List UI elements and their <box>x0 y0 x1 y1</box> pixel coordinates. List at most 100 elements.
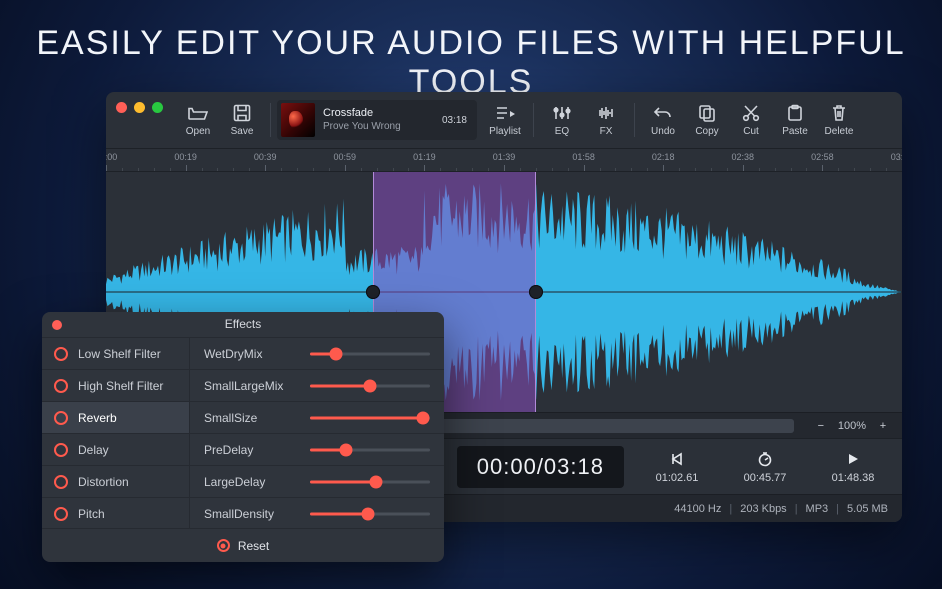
selection-handle-start[interactable] <box>366 285 380 299</box>
effects-list-item[interactable]: Reverb <box>42 402 189 434</box>
track-duration: 03:18 <box>442 115 467 126</box>
cut-icon <box>741 104 761 122</box>
toolbar-separator <box>634 103 635 137</box>
reset-icon <box>217 539 230 552</box>
toolbar: Open Save Crossfade Prove You Wrong 03:1… <box>106 92 902 148</box>
effects-parameters: WetDryMix SmallLargeMix SmallSize PreDelay L… <box>190 338 444 528</box>
trash-icon <box>829 104 849 122</box>
paste-button[interactable]: Paste <box>773 96 817 144</box>
effects-list-item-label: Delay <box>78 443 109 457</box>
fx-label: FX <box>600 126 613 137</box>
effects-list-item[interactable]: High Shelf Filter <box>42 370 189 402</box>
effects-param-row: LargeDelay <box>190 466 444 498</box>
effects-param-slider[interactable] <box>310 379 430 393</box>
playhead-time-display: 00:00/03:18 <box>457 446 624 488</box>
cut-button[interactable]: Cut <box>729 96 773 144</box>
playlist-label: Playlist <box>489 126 521 137</box>
undo-button[interactable]: Undo <box>641 96 685 144</box>
effects-reset-label: Reset <box>238 539 269 553</box>
status-sample-rate: 44100 Hz <box>674 503 721 515</box>
selection-end-value: 01:48.38 <box>832 472 875 484</box>
effects-param-label: SmallLargeMix <box>204 379 300 393</box>
effects-list-item-label: Reverb <box>78 411 117 425</box>
effects-param-row: WetDryMix <box>190 338 444 370</box>
fx-button[interactable]: FX <box>584 96 628 144</box>
toolbar-separator <box>270 103 271 137</box>
time-ruler[interactable]: 00:0000:1900:3900:5901:1901:3901:5802:18… <box>106 148 902 172</box>
track-artist: Crossfade <box>323 107 401 121</box>
effects-param-slider[interactable] <box>310 347 430 361</box>
undo-icon <box>653 104 673 122</box>
track-title: Prove You Wrong <box>323 121 401 134</box>
effects-param-row: SmallLargeMix <box>190 370 444 402</box>
effects-param-label: SmallDensity <box>204 507 300 521</box>
album-art-thumb <box>281 103 315 137</box>
effects-param-slider[interactable] <box>310 411 430 425</box>
effects-param-slider[interactable] <box>310 475 430 489</box>
save-icon <box>232 104 252 122</box>
selection-duration-control[interactable]: 00:45.77 <box>730 450 800 484</box>
current-track-chip[interactable]: Crossfade Prove You Wrong 03:18 <box>277 100 477 140</box>
effects-list-item-label: Distortion <box>78 475 129 489</box>
copy-button[interactable]: Copy <box>685 96 729 144</box>
save-label: Save <box>231 126 254 137</box>
radio-ring-icon <box>54 475 68 489</box>
eq-label: EQ <box>555 126 569 137</box>
effects-list-item[interactable]: Delay <box>42 434 189 466</box>
effects-param-row: PreDelay <box>190 434 444 466</box>
playlist-button[interactable]: Playlist <box>483 96 527 144</box>
effects-panel-header[interactable]: Effects <box>42 312 444 338</box>
toolbar-separator <box>533 103 534 137</box>
copy-label: Copy <box>695 126 718 137</box>
zoom-percent-label: 100% <box>838 420 866 432</box>
zoom-out-button[interactable]: − <box>814 419 828 433</box>
fx-waveform-icon <box>596 104 616 122</box>
effects-param-label: LargeDelay <box>204 475 300 489</box>
effects-param-label: SmallSize <box>204 411 300 425</box>
save-button[interactable]: Save <box>220 96 264 144</box>
status-bitrate: 203 Kbps <box>740 503 786 515</box>
effects-list-item-label: Low Shelf Filter <box>78 347 161 361</box>
zoom-in-button[interactable]: + <box>876 419 890 433</box>
copy-icon <box>697 104 717 122</box>
delete-button[interactable]: Delete <box>817 96 861 144</box>
effects-list-item[interactable]: Low Shelf Filter <box>42 338 189 370</box>
play-button[interactable]: 01:48.38 <box>818 450 888 484</box>
radio-ring-icon <box>54 443 68 457</box>
marketing-headline: Easily edit your audio files with helpfu… <box>0 24 942 102</box>
status-filesize: 5.05 MB <box>847 503 888 515</box>
radio-ring-icon <box>54 507 68 521</box>
effects-panel: Effects Low Shelf Filter High Shelf Filte… <box>42 312 444 562</box>
open-label: Open <box>186 126 210 137</box>
effects-list-item[interactable]: Pitch <box>42 498 189 528</box>
playlist-icon <box>495 104 515 122</box>
effects-list-item-label: Pitch <box>78 507 105 521</box>
effects-list-item[interactable]: Distortion <box>42 466 189 498</box>
effects-list: Low Shelf Filter High Shelf Filter Reverb D… <box>42 338 190 528</box>
effects-param-slider[interactable] <box>310 507 430 521</box>
equalizer-icon <box>552 104 572 122</box>
effects-param-row: SmallDensity <box>190 498 444 528</box>
selection-duration-value: 00:45.77 <box>744 472 787 484</box>
effects-list-item-label: High Shelf Filter <box>78 379 163 393</box>
effects-panel-title: Effects <box>42 317 444 331</box>
stopwatch-icon <box>757 450 773 468</box>
marker-start-icon <box>670 450 684 468</box>
radio-ring-icon <box>54 379 68 393</box>
folder-open-icon <box>188 104 208 122</box>
effects-param-label: WetDryMix <box>204 347 300 361</box>
play-icon <box>846 450 860 468</box>
effects-param-row: SmallSize <box>190 402 444 434</box>
paste-label: Paste <box>782 126 808 137</box>
selection-start-control[interactable]: 01:02.61 <box>642 450 712 484</box>
open-button[interactable]: Open <box>176 96 220 144</box>
undo-label: Undo <box>651 126 675 137</box>
effects-param-slider[interactable] <box>310 443 430 457</box>
effects-reset-button[interactable]: Reset <box>42 528 444 562</box>
selection-handle-end[interactable] <box>529 285 543 299</box>
selection-start-value: 01:02.61 <box>656 472 699 484</box>
radio-ring-icon <box>54 347 68 361</box>
radio-ring-icon <box>54 411 68 425</box>
paste-icon <box>785 104 805 122</box>
eq-button[interactable]: EQ <box>540 96 584 144</box>
